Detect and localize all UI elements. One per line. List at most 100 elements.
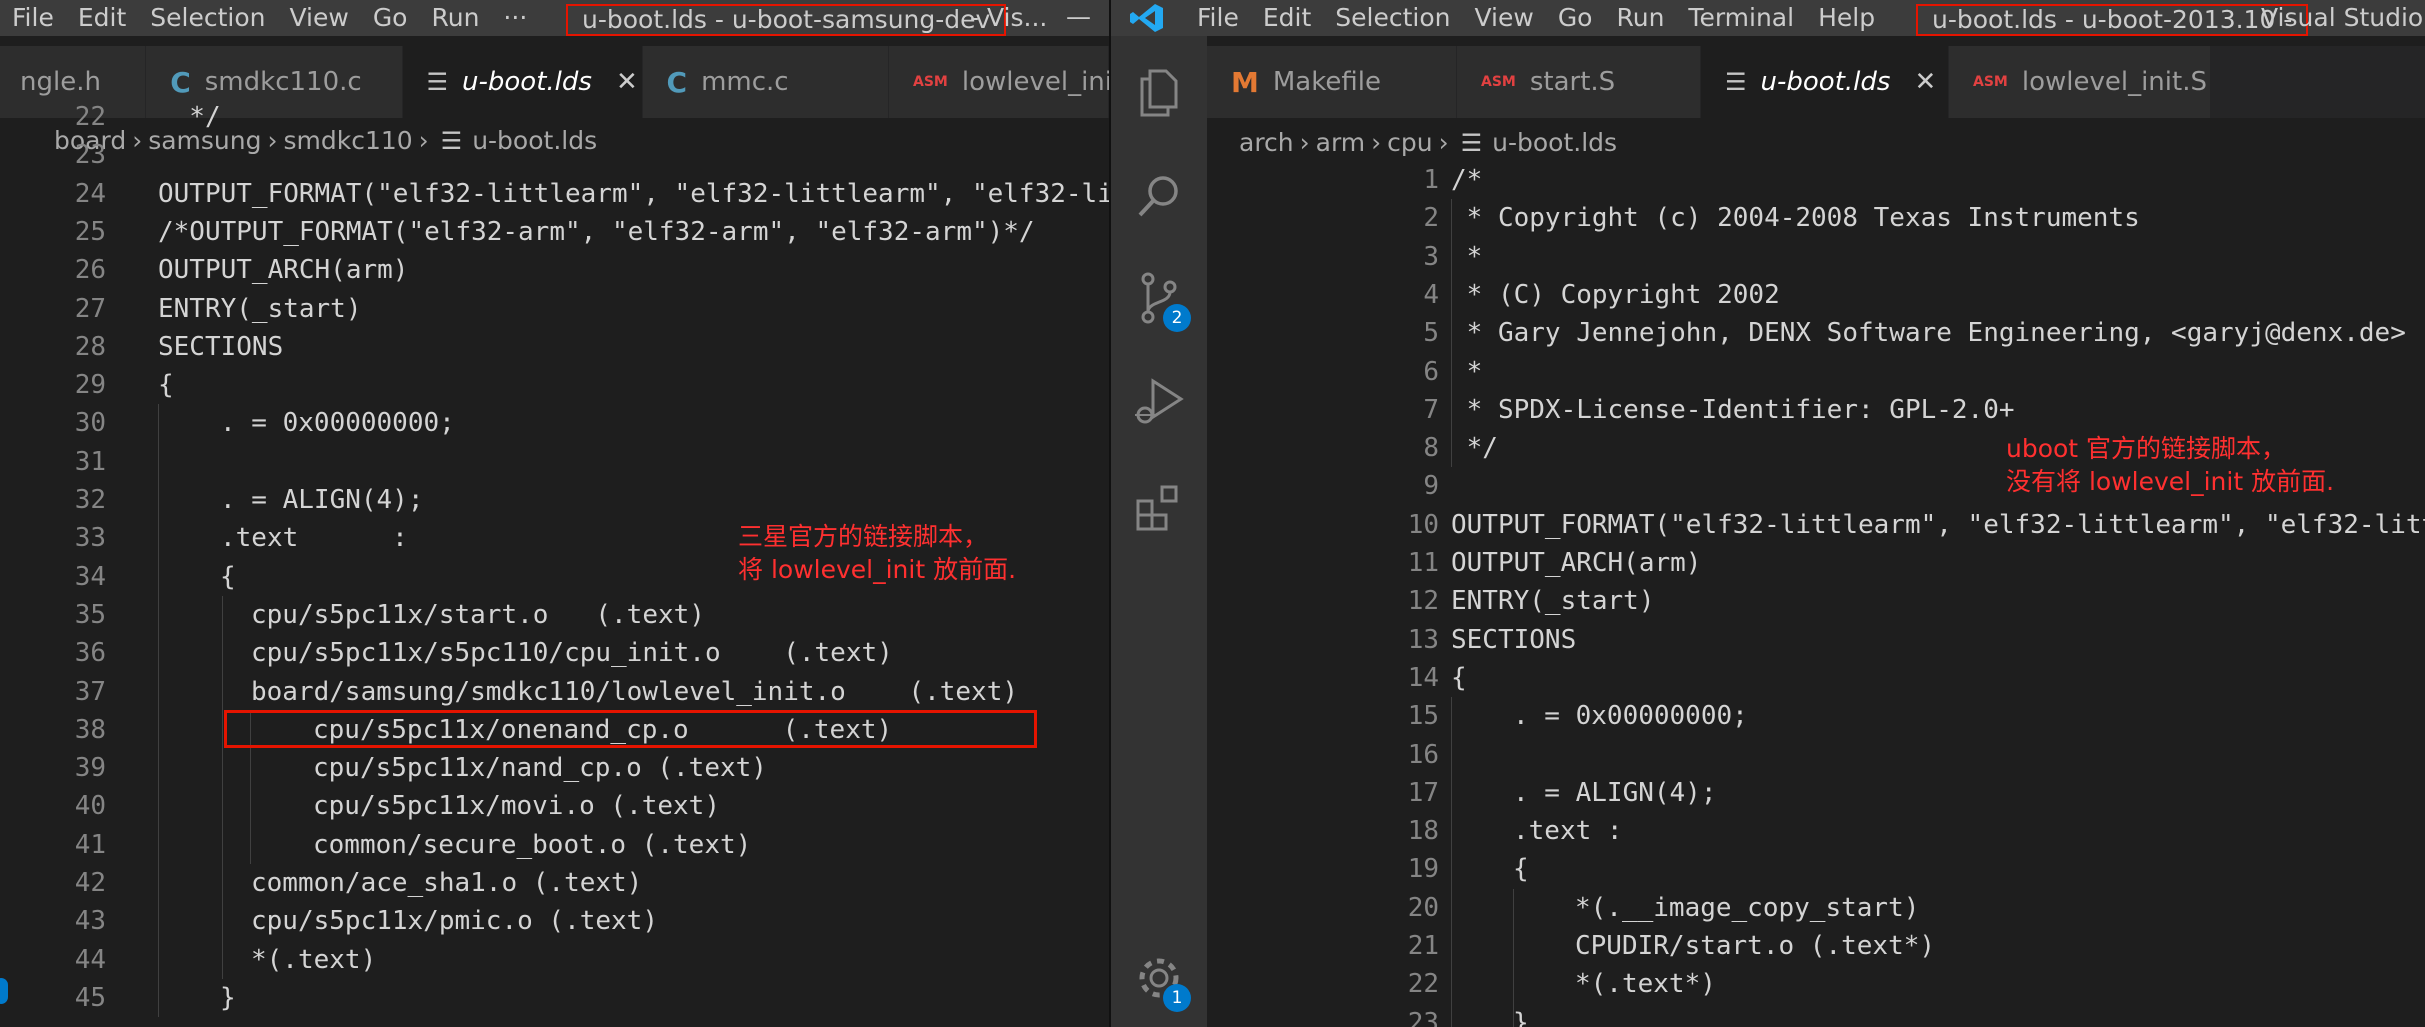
line-number: 1: [1423, 165, 1439, 195]
code-line: 2 * Copyright (c) 2004-2008 Texas Instru…: [1207, 199, 2425, 237]
menu-terminal[interactable]: Terminal: [1676, 0, 1806, 36]
line-number: 43: [74, 906, 106, 937]
menu-view[interactable]: View: [277, 0, 360, 36]
line-number: 25: [74, 216, 106, 247]
run-debug-button[interactable]: [1111, 362, 1207, 442]
line-number: 16: [1407, 739, 1439, 770]
tab-start-s[interactable]: ASM start.S: [1457, 46, 1701, 118]
lines-file-icon: ☰: [426, 68, 449, 96]
breadcrumb-item[interactable]: arm: [1316, 128, 1366, 157]
scroll-marker: [0, 978, 8, 1004]
code-text: OUTPUT_FORMAT("elf32-littlearm", "elf32-…: [1451, 509, 2425, 540]
annotation-line: 将 lowlevel_init 放前面.: [738, 555, 1017, 584]
run-debug-icon: [1135, 378, 1184, 424]
line-number: 24: [74, 178, 106, 209]
line-number: 35: [74, 599, 106, 630]
tab-label: start.S: [1529, 67, 1616, 97]
code-text: . = 0x00000000;: [1513, 701, 1748, 732]
code-line: 23: [0, 136, 1109, 174]
source-control-button[interactable]: 2: [1111, 258, 1207, 338]
code-text: *: [1451, 241, 1483, 272]
code-line: 5 * Gary Jennejohn, DENX Software Engine…: [1207, 314, 2425, 352]
code-text: }: [1513, 1007, 1529, 1027]
close-icon[interactable]: ✕: [616, 67, 638, 97]
menu-run[interactable]: Run: [419, 0, 491, 36]
menu-edit[interactable]: Edit: [1251, 0, 1323, 36]
indent-guide: [1451, 697, 1452, 1027]
line-number: 8: [1423, 433, 1439, 464]
menu-selection[interactable]: Selection: [138, 0, 277, 36]
code-text: /*OUTPUT_FORMAT("elf32-arm", "elf32-arm"…: [158, 216, 1035, 247]
menu-go[interactable]: Go: [1546, 0, 1605, 36]
tab-label: Makefile: [1272, 67, 1381, 97]
annotation-line: 没有将 lowlevel_init 放前面.: [2006, 467, 2335, 496]
line-number: 5: [1423, 318, 1439, 349]
menu-view[interactable]: View: [1462, 0, 1545, 36]
line-number: 37: [74, 676, 106, 707]
menu-edit[interactable]: Edit: [66, 0, 138, 36]
code-text: . = 0x00000000;: [220, 408, 455, 439]
right-tab-bar: M Makefile ASM start.S ☰ u-boot.lds ✕ AS…: [1207, 46, 2425, 118]
line-number: 22: [1407, 969, 1439, 1000]
line-number: 26: [74, 255, 106, 286]
code-line: 32 . = ALIGN(4);: [0, 481, 1109, 519]
code-line: 39 cpu/s5pc11x/nand_cp.o (.text): [0, 749, 1109, 787]
code-line: 13 SECTIONS: [1207, 621, 2425, 659]
code-line: 30 . = 0x00000000;: [0, 404, 1109, 442]
code-line: 10 OUTPUT_FORMAT("elf32-littlearm", "elf3…: [1207, 506, 2425, 544]
makefile-icon: M: [1231, 65, 1259, 99]
code-text: OUTPUT_FORMAT("elf32-littlearm", "elf32-…: [158, 178, 1109, 209]
code-text: *(.text): [251, 944, 377, 975]
line-number: 36: [74, 638, 106, 669]
code-text: OUTPUT_ARCH(arm): [1451, 548, 1702, 578]
left-title-bar: File Edit Selection View Go Run ··· u-bo…: [0, 0, 1109, 36]
close-icon[interactable]: ✕: [1914, 67, 1936, 97]
files-icon: [1140, 69, 1178, 117]
line-number: 40: [74, 791, 106, 822]
indent-guide: [1513, 888, 1514, 1027]
menu-help[interactable]: Help: [1806, 0, 1887, 36]
breadcrumb-item[interactable]: arch: [1239, 128, 1294, 157]
code-line: 41 common/secure_boot.o (.text): [0, 826, 1109, 864]
menu-file[interactable]: File: [0, 0, 66, 36]
code-line: 6 *: [1207, 353, 2425, 391]
search-button[interactable]: [1111, 156, 1207, 236]
code-line: 29 {: [0, 366, 1109, 404]
line-number: 2: [1423, 203, 1439, 234]
code-editor[interactable]: 1 /* 2 * Copyright (c) 2004-2008 Texas Ins…: [1207, 162, 2425, 1027]
breadcrumb-item[interactable]: cpu: [1387, 128, 1432, 157]
line-number: 27: [74, 293, 106, 324]
menu-file[interactable]: File: [1185, 0, 1251, 36]
c-file-icon: C: [666, 65, 688, 99]
tab-lowlevel-init-s[interactable]: ASM lowlevel_init.S: [1949, 46, 2211, 118]
activity-bar: 2 1: [1111, 36, 1207, 1027]
menu-more[interactable]: ···: [491, 0, 539, 36]
code-line: 21 CPUDIR/start.o (.text*): [1207, 927, 2425, 965]
menu-selection[interactable]: Selection: [1323, 0, 1462, 36]
code-text: ENTRY(_start): [158, 293, 362, 324]
window-title: u-boot.lds - u-boot-2013.10 -: [1916, 4, 2309, 36]
line-number: 14: [1407, 662, 1439, 693]
breadcrumb: arch › arm › cpu › ☰ u-boot.lds: [1239, 120, 1617, 166]
minimize-button[interactable]: —: [1066, 0, 1091, 34]
breadcrumb-item[interactable]: u-boot.lds: [1492, 128, 1617, 157]
extensions-button[interactable]: [1111, 468, 1207, 548]
code-text: /*: [1451, 165, 1483, 195]
asm-file-icon: ASM: [913, 74, 948, 90]
line-number: 11: [1407, 548, 1439, 578]
tab-makefile[interactable]: M Makefile: [1207, 46, 1457, 118]
line-number: 30: [74, 408, 106, 439]
code-line: 17 . = ALIGN(4);: [1207, 774, 2425, 812]
indent-guide: [1451, 199, 1452, 468]
chevron-right-icon: ›: [1299, 128, 1310, 157]
explorer-button[interactable]: [1111, 52, 1207, 132]
menu-go[interactable]: Go: [361, 0, 420, 36]
code-text: * SPDX-License-Identifier: GPL-2.0+: [1451, 394, 2015, 425]
menu-run[interactable]: Run: [1604, 0, 1676, 36]
code-text: common/ace_sha1.o (.text): [251, 868, 643, 898]
tab-u-boot-lds[interactable]: ☰ u-boot.lds ✕: [1701, 46, 1949, 118]
settings-button[interactable]: 1: [1111, 938, 1207, 1018]
code-text: {: [1451, 662, 1467, 693]
code-text: *: [1451, 356, 1483, 387]
line-number: 7: [1423, 394, 1439, 425]
